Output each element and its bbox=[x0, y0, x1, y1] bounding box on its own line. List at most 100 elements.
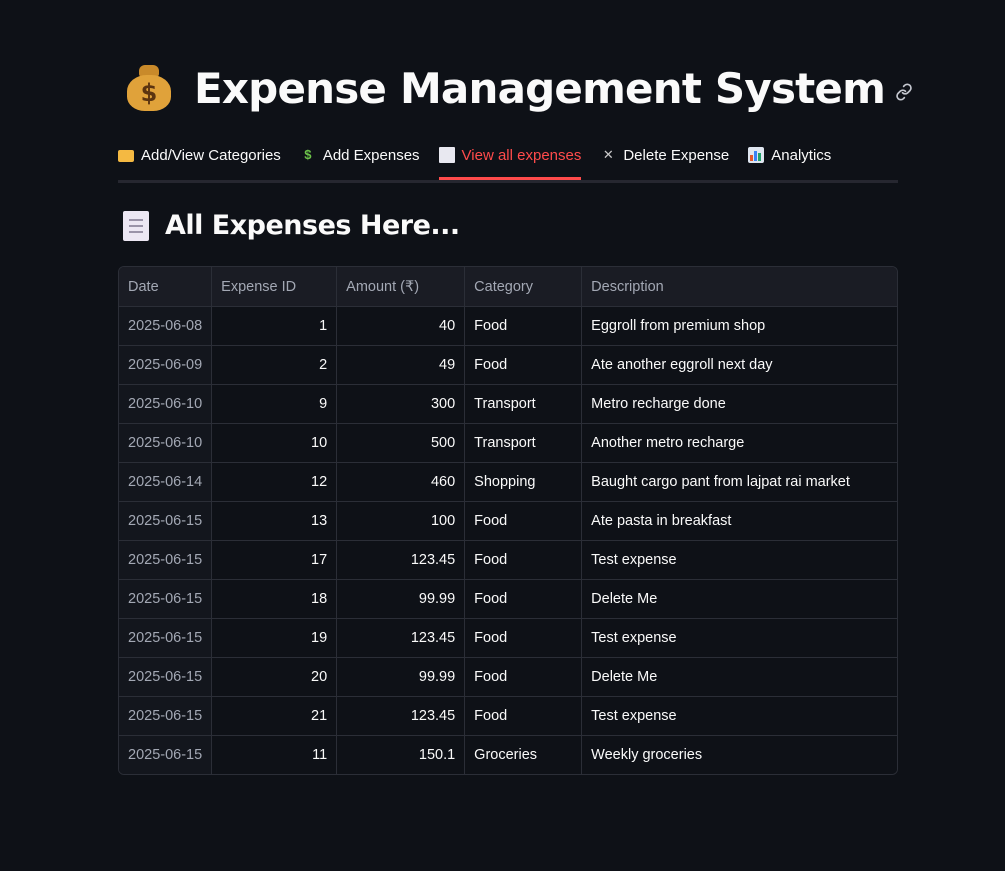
link-icon[interactable] bbox=[895, 83, 913, 101]
cell-date[interactable]: 2025-06-10 bbox=[119, 423, 213, 463]
cell-category[interactable]: Groceries bbox=[464, 735, 583, 774]
cell-expense-id[interactable]: 12 bbox=[211, 462, 338, 502]
tab-bar: Add/View Categories $ Add Expenses View … bbox=[118, 134, 898, 183]
column-header-expense-id[interactable]: Expense ID bbox=[211, 267, 338, 307]
cell-date[interactable]: 2025-06-10 bbox=[119, 384, 213, 424]
receipt-icon bbox=[438, 147, 455, 163]
cell-amount[interactable]: 99.99 bbox=[336, 657, 466, 697]
cell-description[interactable]: Ate pasta in breakfast bbox=[581, 501, 897, 541]
table-row[interactable]: 2025-06-15 13 100 Food Ate pasta in breakfas… bbox=[119, 501, 897, 541]
cell-description[interactable]: Delete Me bbox=[581, 657, 897, 697]
cell-date[interactable]: 2025-06-09 bbox=[119, 345, 213, 385]
cell-expense-id[interactable]: 1 bbox=[211, 306, 338, 346]
tab-analytics[interactable]: Analytics bbox=[748, 134, 831, 176]
tab-label: Add Expenses bbox=[322, 146, 420, 164]
cell-description[interactable]: Delete Me bbox=[581, 579, 897, 619]
cell-description[interactable]: Test expense bbox=[581, 618, 897, 658]
column-header-description[interactable]: Description bbox=[581, 267, 897, 307]
folder-icon bbox=[118, 150, 134, 162]
tab-view-all-expenses[interactable]: View all expenses bbox=[438, 134, 582, 180]
cell-amount[interactable]: 40 bbox=[336, 306, 466, 346]
cell-expense-id[interactable]: 9 bbox=[211, 384, 338, 424]
cell-expense-id[interactable]: 19 bbox=[211, 618, 338, 658]
cell-expense-id[interactable]: 17 bbox=[211, 540, 338, 580]
cell-amount[interactable]: 500 bbox=[336, 423, 466, 463]
cell-category[interactable]: Food bbox=[464, 618, 583, 658]
cell-description[interactable]: Test expense bbox=[581, 696, 897, 736]
cell-amount[interactable]: 49 bbox=[336, 345, 466, 385]
cell-date[interactable]: 2025-06-15 bbox=[119, 501, 213, 541]
table-row[interactable]: 2025-06-14 12 460 Shopping Baught cargo pant… bbox=[119, 462, 897, 502]
cell-expense-id[interactable]: 11 bbox=[211, 735, 338, 774]
table-row[interactable]: 2025-06-15 20 99.99 Food Delete Me bbox=[119, 657, 897, 697]
cell-amount[interactable]: 123.45 bbox=[336, 696, 466, 736]
tab-add-expenses[interactable]: $ Add Expenses bbox=[300, 134, 420, 176]
cell-amount[interactable]: 123.45 bbox=[336, 540, 466, 580]
tab-label: View all expenses bbox=[461, 146, 582, 164]
cell-category[interactable]: Food bbox=[464, 345, 583, 385]
cell-category[interactable]: Food bbox=[464, 501, 583, 541]
cell-description[interactable]: Test expense bbox=[581, 540, 897, 580]
tab-label: Add/View Categories bbox=[141, 146, 281, 164]
cell-description[interactable]: Ate another eggroll next day bbox=[581, 345, 897, 385]
cell-amount[interactable]: 123.45 bbox=[336, 618, 466, 658]
cell-date[interactable]: 2025-06-14 bbox=[119, 462, 213, 502]
cell-description[interactable]: Another metro recharge bbox=[581, 423, 897, 463]
page-header: $ Expense Management System bbox=[126, 56, 913, 120]
cell-description[interactable]: Baught cargo pant from lajpat rai market bbox=[581, 462, 897, 502]
table-row[interactable]: 2025-06-09 2 49 Food Ate another eggroll nex… bbox=[119, 345, 897, 385]
cell-date[interactable]: 2025-06-08 bbox=[119, 306, 213, 346]
cell-category[interactable]: Food bbox=[464, 696, 583, 736]
tab-label: Delete Expense bbox=[623, 146, 730, 164]
column-header-amount[interactable]: Amount (₹) bbox=[336, 267, 466, 307]
section-heading: All Expenses Here... bbox=[123, 210, 460, 241]
cell-category[interactable]: Shopping bbox=[464, 462, 583, 502]
cell-category[interactable]: Transport bbox=[464, 384, 583, 424]
page-title: Expense Management System bbox=[194, 63, 886, 113]
table-row[interactable]: 2025-06-08 1 40 Food Eggroll from premium sh… bbox=[119, 306, 897, 346]
column-header-category[interactable]: Category bbox=[464, 267, 583, 307]
table-row[interactable]: 2025-06-15 21 123.45 Food Test expense bbox=[119, 696, 897, 736]
cell-amount[interactable]: 150.1 bbox=[336, 735, 466, 774]
cell-category[interactable]: Food bbox=[464, 579, 583, 619]
tab-delete-expense[interactable]: ✕ Delete Expense bbox=[600, 134, 729, 176]
money-wings-icon: $ bbox=[304, 147, 312, 162]
cell-category[interactable]: Transport bbox=[464, 423, 583, 463]
cell-category[interactable]: Food bbox=[464, 540, 583, 580]
cell-amount[interactable]: 300 bbox=[336, 384, 466, 424]
table-row[interactable]: 2025-06-15 18 99.99 Food Delete Me bbox=[119, 579, 897, 619]
cell-expense-id[interactable]: 2 bbox=[211, 345, 338, 385]
cell-date[interactable]: 2025-06-15 bbox=[119, 540, 213, 580]
tab-label: Analytics bbox=[771, 146, 832, 164]
cell-expense-id[interactable]: 13 bbox=[211, 501, 338, 541]
cell-amount[interactable]: 100 bbox=[336, 501, 466, 541]
table-row[interactable]: 2025-06-10 10 500 Transport Another metro re… bbox=[119, 423, 897, 463]
cell-description[interactable]: Metro recharge done bbox=[581, 384, 897, 424]
cell-expense-id[interactable]: 21 bbox=[211, 696, 338, 736]
table-row[interactable]: 2025-06-15 17 123.45 Food Test expense bbox=[119, 540, 897, 580]
column-header-date[interactable]: Date bbox=[119, 267, 213, 307]
cell-date[interactable]: 2025-06-15 bbox=[119, 579, 213, 619]
cell-amount[interactable]: 99.99 bbox=[336, 579, 466, 619]
section-title: All Expenses Here... bbox=[165, 210, 460, 241]
cell-category[interactable]: Food bbox=[464, 657, 583, 697]
cell-date[interactable]: 2025-06-15 bbox=[119, 657, 213, 697]
cell-category[interactable]: Food bbox=[464, 306, 583, 346]
cell-expense-id[interactable]: 10 bbox=[211, 423, 338, 463]
cell-date[interactable]: 2025-06-15 bbox=[119, 735, 213, 774]
tab-add-view-categories[interactable]: Add/View Categories bbox=[118, 134, 281, 176]
bar-chart-icon bbox=[748, 147, 765, 163]
cell-expense-id[interactable]: 20 bbox=[211, 657, 338, 697]
money-bag-icon: $ bbox=[126, 65, 172, 111]
cell-description[interactable]: Eggroll from premium shop bbox=[581, 306, 897, 346]
table-row[interactable]: 2025-06-15 19 123.45 Food Test expense bbox=[119, 618, 897, 658]
cell-date[interactable]: 2025-06-15 bbox=[119, 696, 213, 736]
expenses-table[interactable]: Date Expense ID Amount (₹) Category Desc… bbox=[118, 266, 898, 775]
cell-expense-id[interactable]: 18 bbox=[211, 579, 338, 619]
table-row[interactable]: 2025-06-15 11 150.1 Groceries Weekly groceri… bbox=[119, 735, 897, 774]
cell-amount[interactable]: 460 bbox=[336, 462, 466, 502]
table-row[interactable]: 2025-06-10 9 300 Transport Metro recharge do… bbox=[119, 384, 897, 424]
receipt-icon bbox=[123, 210, 149, 241]
cell-description[interactable]: Weekly groceries bbox=[581, 735, 897, 774]
cell-date[interactable]: 2025-06-15 bbox=[119, 618, 213, 658]
